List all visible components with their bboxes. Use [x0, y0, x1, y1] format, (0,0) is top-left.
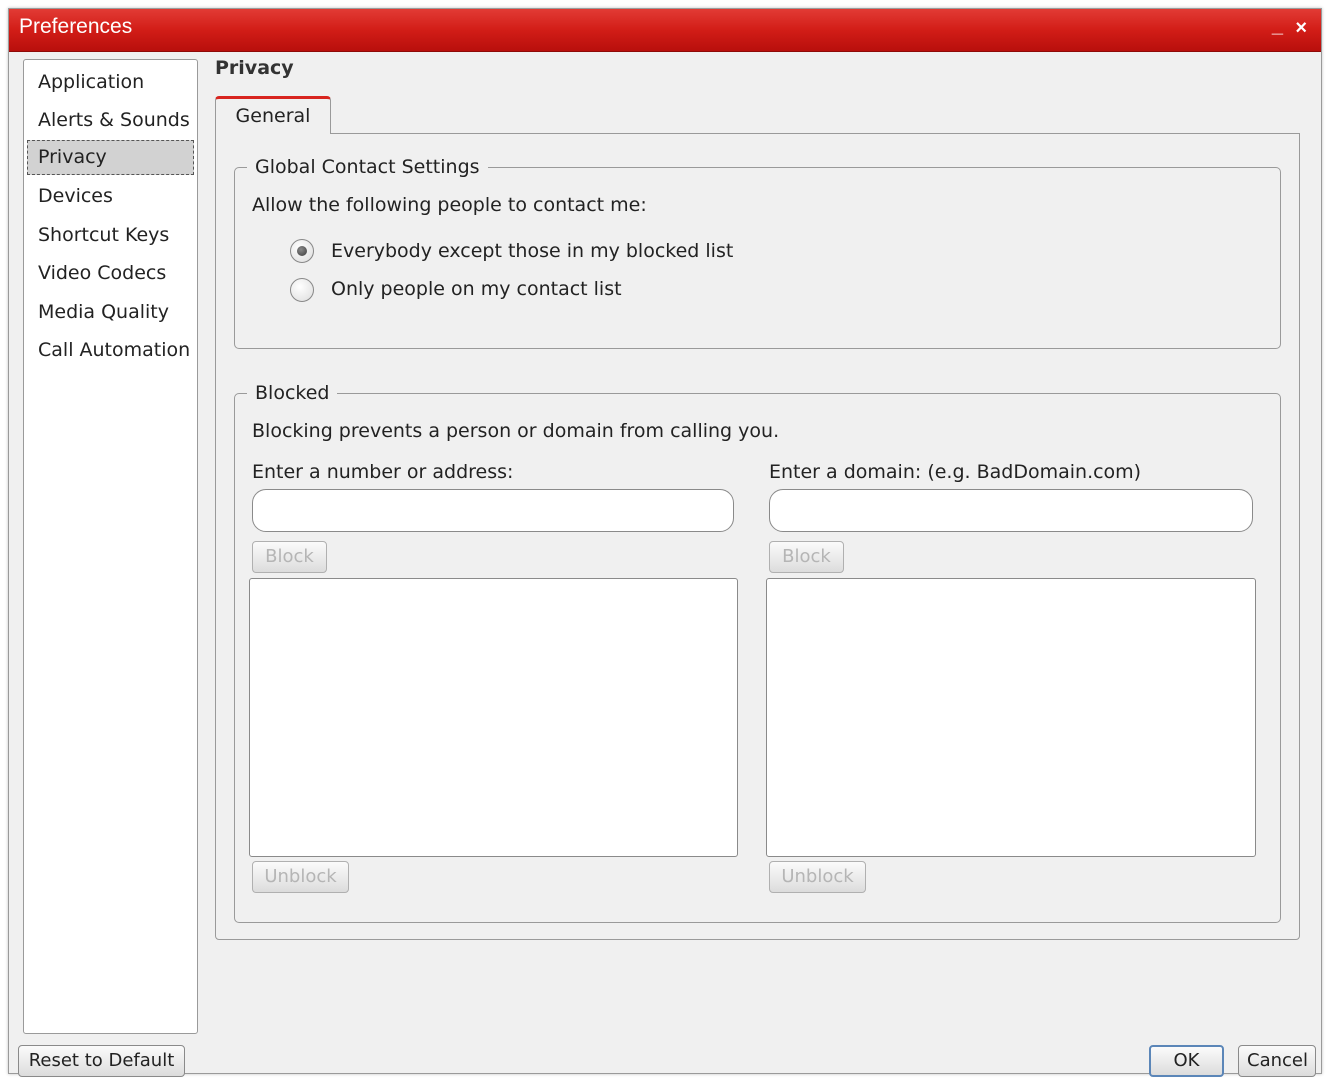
minimize-icon[interactable]: _ — [1272, 15, 1283, 38]
number-field-label: Enter a number or address: — [252, 461, 514, 483]
blocked-description: Blocking prevents a person or domain fro… — [252, 420, 780, 442]
category-list: Application Alerts & Sounds Privacy Devi… — [23, 59, 198, 1034]
tab-general[interactable]: General — [215, 96, 331, 134]
reset-to-default-button[interactable]: Reset to Default — [18, 1045, 185, 1077]
blocked-legend: Blocked — [247, 379, 338, 407]
page-title: Privacy — [215, 57, 294, 79]
contacts-only-radio[interactable] — [290, 278, 314, 302]
sidebar-item-privacy[interactable]: Privacy — [27, 140, 194, 175]
sidebar-item-video-codecs[interactable]: Video Codecs — [27, 256, 194, 291]
global-contact-settings-group: Global Contact Settings Allow the follow… — [234, 153, 1281, 349]
title-bar[interactable]: Preferences _ × — [9, 9, 1321, 52]
blocked-group: Blocked Blocking prevents a person or do… — [234, 379, 1281, 923]
preferences-window: Preferences _ × Application Alerts & Sou… — [8, 8, 1322, 1077]
sidebar-item-shortcut-keys[interactable]: Shortcut Keys — [27, 218, 194, 253]
block-domain-button[interactable]: Block — [769, 541, 844, 573]
general-tab-panel: Global Contact Settings Allow the follow… — [215, 133, 1300, 940]
sidebar-item-alerts-sounds[interactable]: Alerts & Sounds — [27, 103, 194, 138]
number-address-input[interactable] — [252, 489, 734, 532]
global-contact-settings-legend: Global Contact Settings — [247, 153, 488, 181]
contact-prompt-label: Allow the following people to contact me… — [252, 194, 647, 216]
cancel-button[interactable]: Cancel — [1238, 1045, 1316, 1077]
sidebar-item-call-automation[interactable]: Call Automation — [27, 333, 194, 368]
blocked-numbers-list[interactable] — [249, 578, 738, 857]
ok-button[interactable]: OK — [1149, 1045, 1224, 1077]
domain-field-label: Enter a domain: (e.g. BadDomain.com) — [769, 461, 1142, 483]
everybody-radio-label[interactable]: Everybody except those in my blocked lis… — [331, 240, 733, 262]
sidebar-item-media-quality[interactable]: Media Quality — [27, 295, 194, 330]
contacts-only-radio-label[interactable]: Only people on my contact list — [331, 278, 622, 300]
sidebar-item-devices[interactable]: Devices — [27, 179, 194, 214]
close-icon[interactable]: × — [1295, 17, 1307, 40]
everybody-radio[interactable] — [290, 239, 314, 263]
domain-input[interactable] — [769, 489, 1253, 532]
unblock-domain-button[interactable]: Unblock — [769, 861, 866, 893]
window-title: Preferences — [19, 15, 133, 38]
blocked-domains-list[interactable] — [766, 578, 1256, 857]
sidebar-item-application[interactable]: Application — [27, 65, 194, 100]
block-number-button[interactable]: Block — [252, 541, 327, 573]
unblock-number-button[interactable]: Unblock — [252, 861, 349, 893]
